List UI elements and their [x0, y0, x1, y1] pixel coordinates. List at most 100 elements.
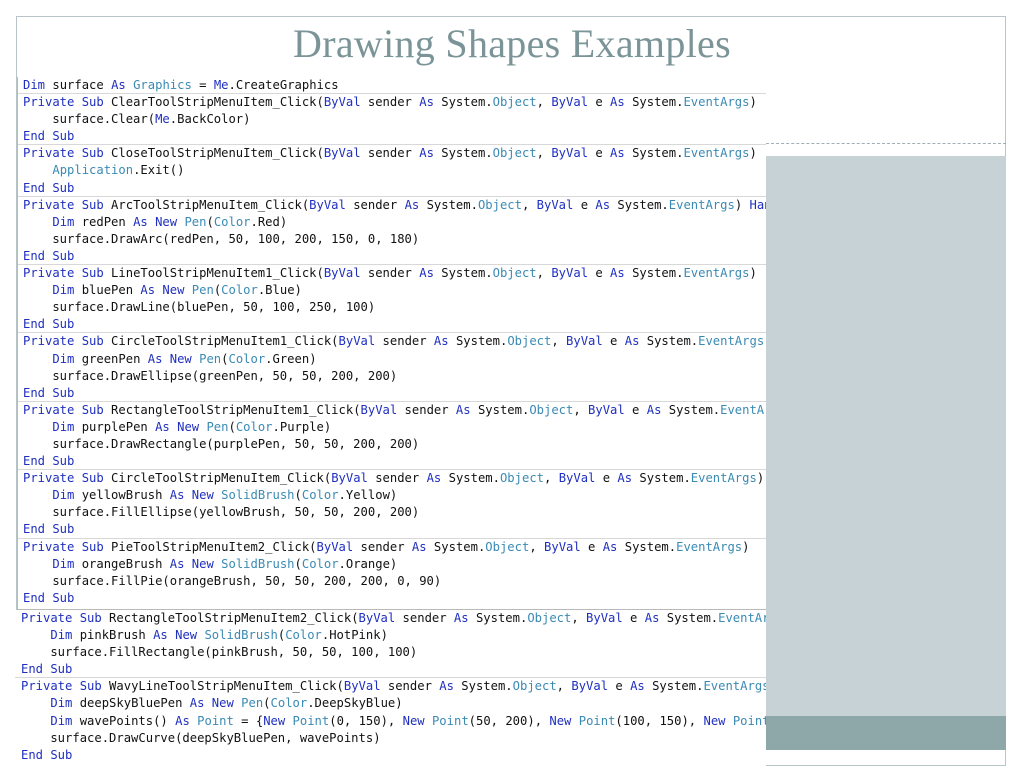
code-keyword: ByVal: [331, 471, 368, 486]
code-keyword: As: [439, 679, 454, 694]
code-text: e: [573, 197, 596, 212]
code-text: =: [191, 78, 214, 92]
code-line: End Sub: [15, 661, 766, 678]
code-text: (50, 200),: [468, 713, 550, 728]
code-keyword: Dim: [52, 283, 75, 298]
code-type: Color: [285, 628, 322, 643]
code-type: Object: [507, 334, 552, 349]
code-keyword: ByVal: [323, 266, 361, 281]
code-line: End Sub: [17, 453, 766, 470]
code-text: wavePoints(): [72, 713, 176, 728]
code-text: System.: [433, 266, 493, 281]
code-keyword: Dim: [52, 419, 75, 434]
code-keyword: ByVal: [586, 611, 623, 625]
code-keyword: Private Sub: [23, 539, 104, 554]
code-keyword: As: [624, 334, 640, 349]
code-text: ,: [536, 146, 552, 161]
code-keyword: ByVal: [551, 266, 589, 281]
code-text: WavyLineToolStripMenuItem_Click(: [101, 679, 344, 694]
code-text: sender: [360, 146, 420, 161]
code-line: Private Sub CircleToolStripMenuItem_Clic…: [17, 469, 766, 487]
code-keyword: As: [419, 95, 434, 110]
code-type: Color: [301, 556, 339, 571]
code-text: e: [580, 539, 603, 554]
code-text: sender: [367, 471, 427, 486]
code-text: ,: [521, 197, 537, 212]
code-text: System.: [624, 146, 684, 161]
code-line: Private Sub CircleToolStripMenuItem1_Cli…: [17, 332, 766, 350]
code-line: surface.DrawLine(bluePen, 50, 100, 250, …: [17, 299, 766, 316]
code-keyword: Private Sub: [23, 197, 104, 212]
code-keyword: Private Sub: [21, 679, 102, 694]
code-line: surface.FillEllipse(yellowBrush, 50, 50,…: [17, 504, 766, 521]
code-line: surface.Clear(Me.BackColor): [17, 111, 766, 128]
code-type: EventArgs: [703, 679, 766, 694]
code-text: ): [749, 95, 757, 110]
code-type: Color: [228, 351, 266, 366]
code-type: EventArgs: [720, 402, 766, 417]
code-text: ,: [544, 471, 559, 486]
code-text: System.: [632, 471, 691, 486]
code-line: Dim greenPen As New Pen(Color.Green): [17, 351, 766, 368]
code-text: ): [734, 197, 750, 212]
code-type: Object: [492, 266, 537, 281]
code-text: CircleToolStripMenuItem1_Click(: [103, 334, 339, 349]
code-text: e: [588, 266, 611, 281]
code-keyword: As: [630, 679, 645, 694]
code-text: System.: [426, 539, 486, 554]
code-keyword: Dim: [23, 78, 46, 92]
code-type: Point: [197, 713, 234, 728]
code-text: LineToolStripMenuItem1_Click(: [103, 266, 324, 281]
code-text: e: [588, 146, 611, 161]
code-keyword: Private Sub: [23, 471, 104, 486]
code-keyword: As New: [169, 488, 214, 503]
code-keyword: Private Sub: [23, 266, 104, 281]
code-type: Color: [235, 419, 273, 434]
code-text: .CreateGraphics: [228, 78, 339, 92]
code-keyword: As: [111, 78, 126, 92]
code-keyword: Dim: [52, 556, 75, 571]
code-text: ): [749, 266, 757, 281]
code-line: Dim surface As Graphics = Me.CreateGraph…: [17, 77, 766, 94]
code-text: (0, 150),: [329, 713, 403, 728]
code-keyword: End Sub: [23, 385, 75, 400]
code-text: RectangleToolStripMenuItem2_Click(: [101, 611, 359, 625]
code-text: e: [595, 471, 618, 486]
code-line: Private Sub RectangleToolStripMenuItem1_…: [17, 400, 766, 419]
code-line: Private Sub CloseToolStripMenuItem_Click…: [17, 144, 766, 162]
code-type: SolidBrush: [221, 556, 295, 571]
code-keyword: Handles: [749, 197, 767, 212]
code-text: (: [294, 556, 302, 571]
code-text: ArcToolStripMenuItem_Click(: [103, 197, 310, 212]
code-text: PieToolStripMenuItem2_Click(: [103, 539, 317, 554]
code-keyword: Me: [155, 112, 170, 127]
decorative-panel-bottom: [766, 716, 1006, 750]
code-type: EventArgs: [676, 539, 743, 554]
code-keyword: As: [175, 713, 190, 728]
code-keyword: End Sub: [23, 248, 75, 263]
code-text: .Blue): [257, 283, 302, 298]
code-text: ClearToolStripMenuItem_Click(: [103, 95, 324, 110]
code-keyword: ByVal: [551, 146, 589, 161]
code-line: Dim yellowBrush As New SolidBrush(Color.…: [17, 487, 766, 504]
code-type: EventArgs: [683, 146, 750, 161]
code-type: Graphics: [133, 78, 192, 92]
code-keyword: ByVal: [558, 471, 596, 486]
code-type: Color: [301, 488, 339, 503]
code-keyword: ByVal: [338, 334, 376, 349]
code-text: surface: [45, 78, 112, 92]
code-text: (: [263, 696, 271, 711]
code-keyword: ByVal: [323, 146, 361, 161]
code-text: System.: [448, 334, 508, 349]
code-type: Object: [499, 471, 544, 486]
code-text: ,: [551, 334, 567, 349]
code-text: .Orange): [338, 556, 398, 571]
code-line: End Sub: [17, 180, 766, 197]
code-type: Object: [485, 539, 530, 554]
code-keyword: New: [402, 713, 425, 728]
